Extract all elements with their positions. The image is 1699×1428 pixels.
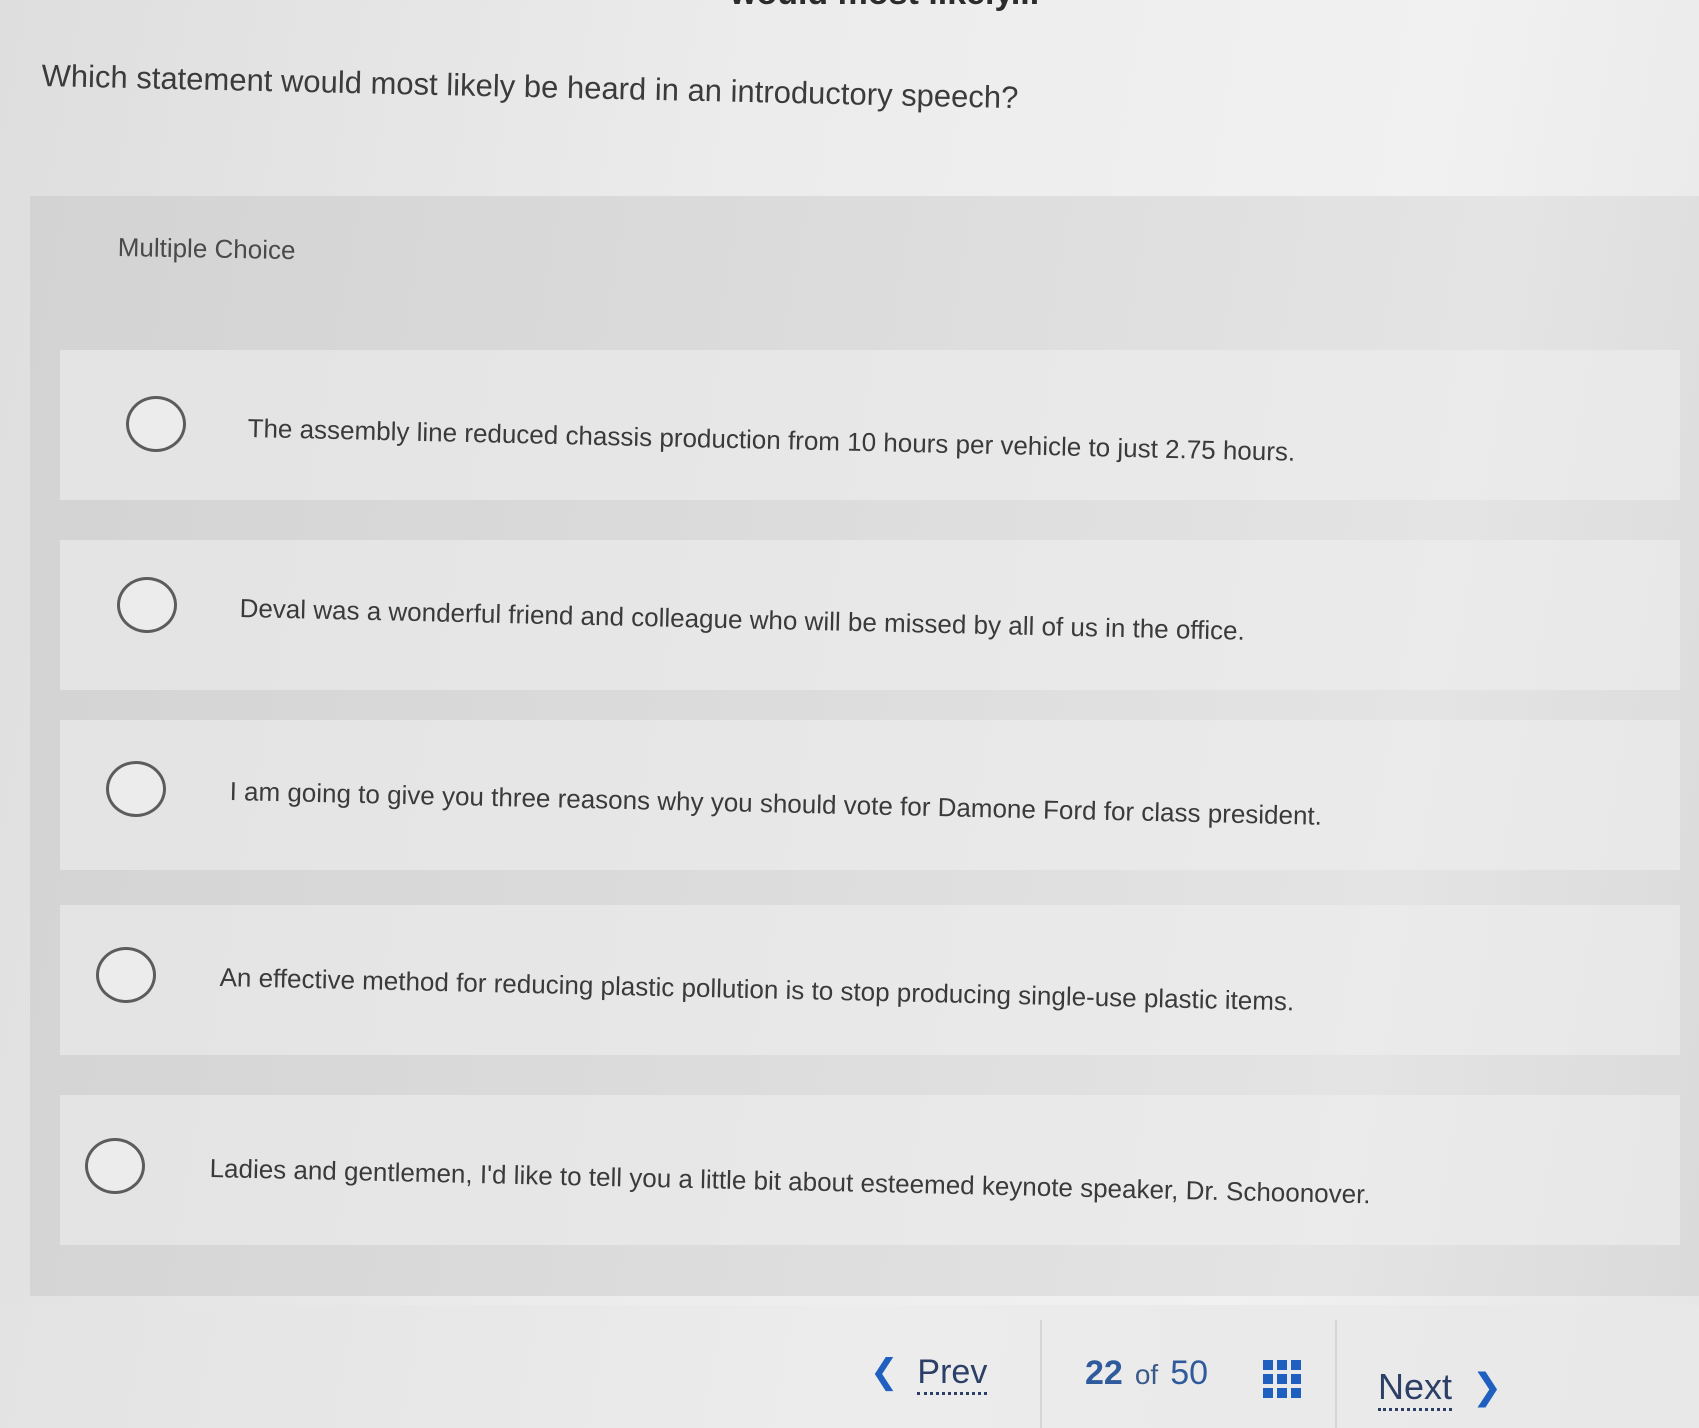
footer-divider (1335, 1320, 1337, 1428)
question-text: Which statement would most likely be hea… (41, 58, 1019, 116)
footer-divider (1040, 1320, 1042, 1428)
question-counter: 22 of 50 (1085, 1354, 1208, 1393)
chevron-left-icon: ❮ (870, 1353, 899, 1391)
prev-label: Prev (917, 1353, 988, 1395)
counter-of-label: of (1134, 1359, 1159, 1390)
current-question-number: 22 (1085, 1354, 1123, 1392)
question-grid-icon[interactable] (1263, 1360, 1301, 1398)
next-button[interactable]: Next ❯ (1378, 1366, 1503, 1411)
total-questions-number: 50 (1170, 1354, 1209, 1392)
prev-button[interactable]: ❮ Prev (870, 1352, 988, 1395)
header-title-cut: would most likely... (730, 0, 1039, 13)
radio-option-3[interactable] (106, 761, 166, 817)
question-type-label: Multiple Choice (117, 232, 296, 266)
next-label: Next (1378, 1366, 1453, 1411)
chevron-right-icon: ❯ (1472, 1366, 1503, 1407)
radio-option-2[interactable] (117, 577, 177, 633)
radio-option-1[interactable] (126, 396, 186, 452)
radio-option-5[interactable] (85, 1138, 145, 1194)
radio-option-4[interactable] (96, 947, 156, 1003)
